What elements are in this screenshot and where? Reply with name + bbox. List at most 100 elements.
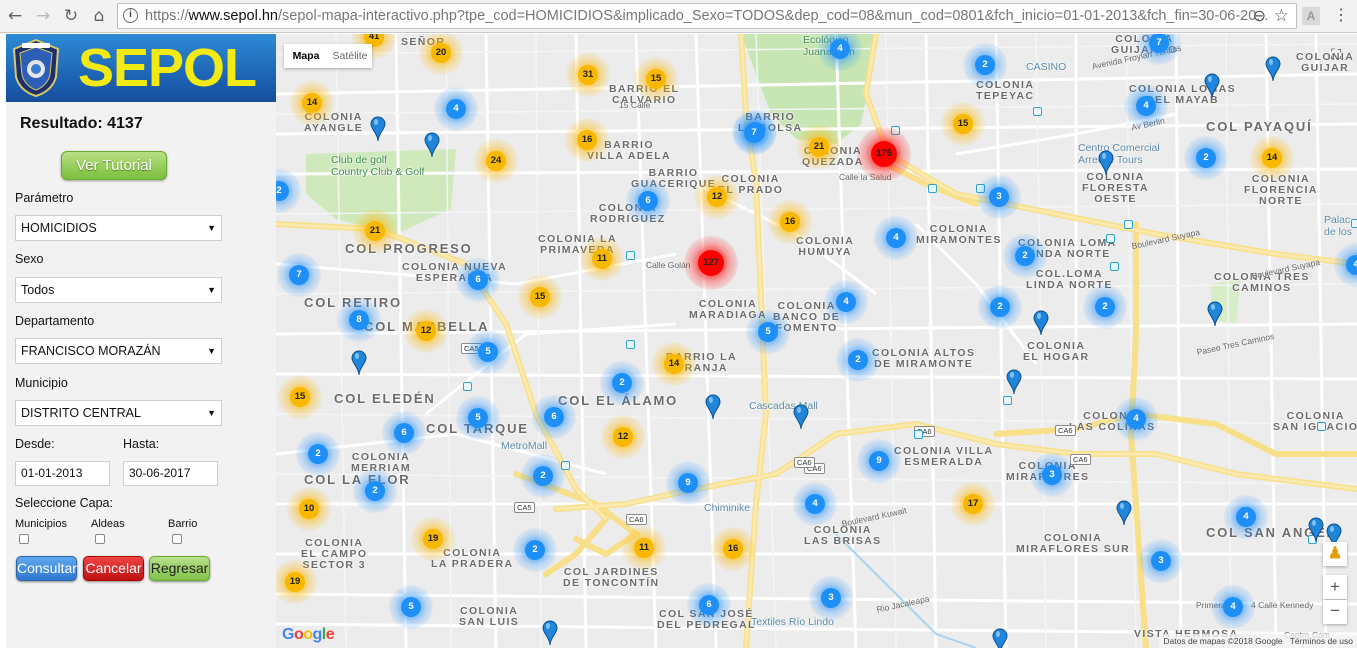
crime-cluster-marker[interactable]: 3	[977, 175, 1021, 219]
address-bar[interactable]: i https://www.sepol.hn/sepol-mapa-intera…	[117, 3, 1297, 29]
crime-cluster-marker[interactable]: 16	[565, 118, 609, 162]
crime-cluster-marker[interactable]: 15	[634, 57, 678, 101]
capa-aldeas-checkbox[interactable]	[95, 534, 105, 544]
zoom-out-button[interactable]: −	[1323, 600, 1347, 624]
departamento-select[interactable]: FRANCISCO MORAZÁN ▼	[15, 338, 222, 364]
bus-stop-icon[interactable]	[928, 184, 937, 193]
crime-cluster-marker[interactable]: 2	[1003, 234, 1047, 278]
crime-cluster-marker[interactable]: 5	[466, 330, 510, 374]
crime-cluster-marker[interactable]: 12	[601, 415, 645, 459]
map-type-satellite-button[interactable]: Satélite	[328, 44, 372, 68]
crime-cluster-marker[interactable]: 15	[518, 275, 562, 319]
crime-cluster-marker[interactable]: 6	[532, 395, 576, 439]
bus-stop-icon[interactable]	[463, 382, 472, 391]
crime-cluster-marker[interactable]: 4	[1211, 585, 1255, 629]
crime-cluster-marker[interactable]: 2	[521, 454, 565, 498]
pegman-icon[interactable]: ♟	[1323, 542, 1347, 566]
home-icon[interactable]: ⌂	[89, 6, 109, 26]
map-pin-icon[interactable]	[542, 620, 558, 646]
crime-cluster-marker[interactable]: 2	[353, 469, 397, 513]
crime-cluster-marker[interactable]: 14	[290, 81, 334, 125]
crime-cluster-marker[interactable]: 2	[836, 338, 880, 382]
bus-stop-icon[interactable]	[1033, 107, 1042, 116]
crime-cluster-marker[interactable]: 15	[941, 102, 985, 146]
map-poi-label[interactable]: CASINO	[1026, 61, 1066, 73]
municipio-select[interactable]: DISTRITO CENTRAL ▼	[15, 400, 222, 426]
crime-cluster-marker[interactable]: 6	[382, 411, 426, 455]
map-pin-icon[interactable]	[1098, 150, 1114, 176]
map-pin-icon[interactable]	[793, 404, 809, 430]
map-pin-icon[interactable]	[1116, 500, 1132, 526]
crime-cluster-marker[interactable]: 14	[652, 342, 696, 386]
crime-cluster-marker[interactable]: 10	[287, 487, 331, 531]
sexo-select[interactable]: Todos ▼	[15, 277, 222, 303]
crime-cluster-marker[interactable]: 4	[1114, 397, 1158, 441]
crime-cluster-marker[interactable]: 16	[711, 527, 755, 571]
crime-cluster-marker[interactable]: 5	[389, 585, 433, 629]
map-pin-icon[interactable]	[1204, 73, 1220, 99]
interactive-map[interactable]: SEÑORBARRIO ELCALVARIOBARRIOLA BOLSACOLO…	[276, 34, 1357, 648]
map-pin-icon[interactable]	[1207, 301, 1223, 327]
crime-cluster-marker[interactable]: 4	[434, 87, 478, 131]
crime-cluster-marker[interactable]: 4	[793, 482, 837, 526]
crime-cluster-marker[interactable]: 8	[337, 298, 381, 342]
bus-stop-icon[interactable]	[1106, 234, 1115, 243]
crime-cluster-marker[interactable]: 2	[1083, 285, 1127, 329]
regresar-button[interactable]: Regresar	[149, 556, 210, 581]
bus-stop-icon[interactable]	[1110, 262, 1119, 271]
crime-cluster-marker[interactable]: 7	[732, 111, 776, 155]
crime-cluster-marker[interactable]: 19	[411, 517, 455, 561]
crime-cluster-marker[interactable]: 4	[1224, 495, 1268, 539]
desde-input[interactable]: 01-01-2013	[15, 461, 110, 486]
crime-cluster-marker[interactable]: 3	[1030, 453, 1074, 497]
crime-cluster-marker[interactable]: 2	[978, 285, 1022, 329]
forward-icon[interactable]: →	[33, 6, 53, 26]
capa-municipios-checkbox[interactable]	[19, 534, 29, 544]
zoom-in-button[interactable]: +	[1323, 575, 1347, 599]
crime-cluster-marker[interactable]: 24	[474, 139, 518, 183]
map-poi-label[interactable]: Club de golf Country Club & Golf	[331, 154, 424, 178]
map-type-map-button[interactable]: Mapa	[284, 44, 328, 68]
crime-cluster-marker[interactable]: 4	[874, 216, 918, 260]
crime-cluster-marker[interactable]: 5	[456, 396, 500, 440]
tutorial-button[interactable]: Ver Tutorial	[61, 151, 167, 180]
terms-link[interactable]: Términos de uso	[1290, 636, 1353, 646]
bus-stop-icon[interactable]	[626, 340, 635, 349]
capa-barrio-checkbox[interactable]	[172, 534, 182, 544]
crime-cluster-marker[interactable]: 6	[687, 583, 731, 627]
crime-cluster-marker[interactable]: 11	[622, 526, 666, 570]
consultar-button[interactable]: Consultar	[16, 556, 77, 581]
crime-cluster-marker[interactable]: 127	[684, 236, 738, 290]
map-poi-label[interactable]: Centro Comercial Arrecife Tours	[1078, 142, 1160, 166]
back-icon[interactable]: ←	[5, 6, 25, 26]
hasta-input[interactable]: 30-06-2017	[123, 461, 218, 486]
crime-cluster-marker[interactable]: 14	[1250, 136, 1294, 180]
reload-icon[interactable]: ↻	[61, 6, 81, 26]
crime-cluster-marker[interactable]: 3	[1139, 539, 1183, 583]
map-pin-icon[interactable]	[1265, 56, 1281, 82]
crime-cluster-marker[interactable]: 2	[513, 528, 557, 572]
map-pin-icon[interactable]	[705, 394, 721, 420]
parametro-select[interactable]: HOMICIDIOS ▼	[15, 215, 222, 241]
crime-cluster-marker[interactable]: 2	[1184, 136, 1228, 180]
crime-cluster-marker[interactable]: 6	[456, 258, 500, 302]
map-pin-icon[interactable]	[992, 628, 1008, 648]
crime-cluster-marker[interactable]: 21	[353, 209, 397, 253]
bus-stop-icon[interactable]	[626, 251, 635, 260]
bus-stop-icon[interactable]	[914, 430, 923, 439]
crime-cluster-marker[interactable]: 2	[600, 361, 644, 405]
map-poi-label[interactable]: Palac de los	[1324, 214, 1352, 238]
crime-cluster-marker[interactable]: 3	[809, 576, 853, 620]
menu-icon[interactable]: ⋮	[1333, 6, 1349, 26]
extension-icon[interactable]: A	[1302, 7, 1320, 25]
crime-cluster-marker[interactable]: 4	[1124, 84, 1168, 128]
crime-cluster-marker[interactable]: 9	[857, 439, 901, 483]
bookmark-star-icon[interactable]: ☆	[1274, 4, 1289, 28]
crime-cluster-marker[interactable]: 17	[951, 482, 995, 526]
cancelar-button[interactable]: Cancelar	[83, 556, 144, 581]
crime-cluster-marker[interactable]: 4	[824, 280, 868, 324]
info-icon[interactable]: i	[123, 8, 138, 23]
map-pin-icon[interactable]	[1033, 310, 1049, 336]
url-text[interactable]: https://www.sepol.hn/sepol-mapa-interact…	[145, 4, 1268, 28]
bus-stop-icon[interactable]	[1124, 220, 1133, 229]
